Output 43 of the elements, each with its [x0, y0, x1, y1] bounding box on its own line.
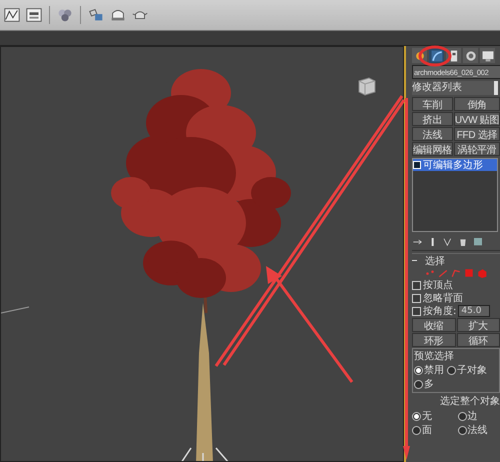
rollout-title[interactable]: 选择: [425, 254, 445, 268]
radio-button[interactable]: [414, 366, 423, 374]
selection-button[interactable]: 扩大: [456, 318, 500, 332]
radio-button[interactable]: [412, 412, 421, 420]
selection-button[interactable]: 收缩: [412, 318, 456, 332]
display-icon[interactable]: [480, 48, 495, 63]
modifier-button[interactable]: 法线: [412, 127, 453, 141]
group-title: 预览选择: [414, 350, 455, 363]
modifier-button[interactable]: UVW 贴图: [454, 112, 500, 126]
selection-button[interactable]: 环形: [412, 333, 456, 347]
modifier-list-dropdown[interactable]: 修改器列表: [412, 81, 498, 95]
checkbox-label: 按角度:: [423, 304, 456, 318]
selection-status-text: 选定整个对象: [439, 394, 500, 408]
stack-item[interactable]: 可编辑多边形: [413, 159, 497, 171]
radio-label: 子对象: [457, 364, 487, 377]
radio-label: 禁用: [424, 364, 444, 377]
grid-line: [1, 305, 31, 315]
checkbox-label: 按顶点: [423, 278, 453, 292]
radio-button[interactable]: [447, 366, 456, 374]
radio-button[interactable]: [412, 426, 421, 434]
checkbox-label: 忽略背面: [423, 292, 463, 305]
radio-label: 无: [422, 410, 432, 423]
modify-icon[interactable]: [429, 48, 444, 63]
radio-label: 法线: [468, 424, 488, 437]
modifier-button[interactable]: 涡轮平滑: [454, 142, 500, 156]
angle-spinner-field[interactable]: 45.0: [458, 305, 490, 317]
radio-label: 边: [468, 410, 478, 423]
checkbox[interactable]: [412, 280, 421, 290]
radio-button[interactable]: [458, 412, 466, 420]
modifier-button[interactable]: 车削: [412, 97, 453, 111]
motion-icon[interactable]: [463, 48, 478, 63]
modifier-button[interactable]: 倒角: [454, 97, 500, 111]
annotation-circle: [418, 45, 452, 67]
checkbox[interactable]: [412, 306, 421, 316]
modifier-button[interactable]: 编辑网格: [412, 142, 453, 156]
radio-button[interactable]: [414, 380, 423, 388]
radio-label: 多: [424, 378, 434, 391]
checkbox[interactable]: [412, 294, 421, 302]
modifier-button[interactable]: FFD 选择: [454, 127, 500, 141]
modifier-button[interactable]: 挤出: [412, 112, 453, 126]
radio-button[interactable]: [458, 426, 466, 434]
radio-label: 面: [422, 424, 432, 437]
selection-button[interactable]: 循环: [456, 333, 500, 347]
